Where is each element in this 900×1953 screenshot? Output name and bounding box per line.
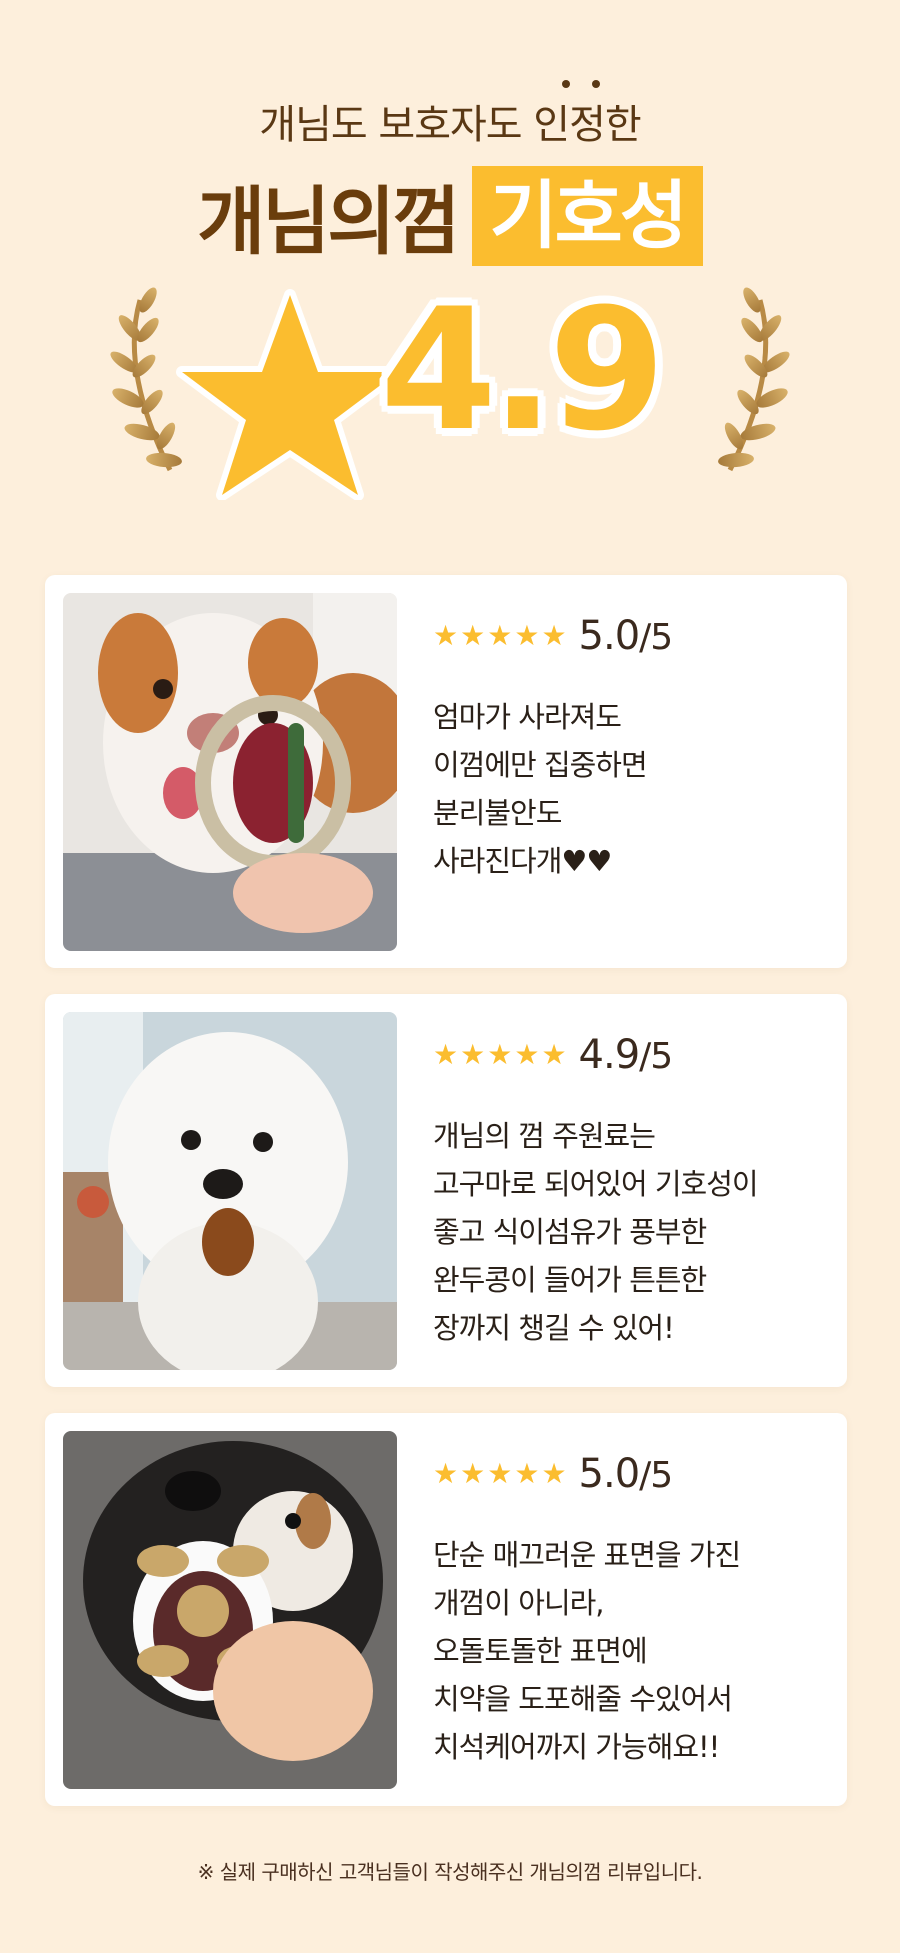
five-stars-icon: ★ ★ ★ ★ ★ [433,1460,567,1488]
puppy-with-ring-chew-photo [63,593,397,951]
star-icon: ★ [541,619,567,652]
star-icon: ★ [487,1457,513,1490]
star-icon: ★ [460,1038,486,1071]
hero-title-highlight: 기호성 [471,165,703,266]
star-icon: ★ [460,619,486,652]
star-icon: ★ [433,1457,459,1490]
rating-row: ★ ★ ★ ★ ★ 5.0/5 [433,1451,674,1497]
star-icon: ★ [487,619,513,652]
bichon-with-chew-photo [63,1012,397,1370]
laurel-left-icon [110,287,182,472]
review-card: ★ ★ ★ ★ ★ 5.0/5 단순 매끄러운 표면을 가진 개껌이 아니라, 오돌토돌… [45,1413,847,1806]
hero-title-main: 개님의껌 [197,179,460,265]
review-card: ★ ★ ★ ★ ★ 5.0/5 엄마가 사라져도 이껌에만 집중하면 분리불안도 사라진… [45,575,847,968]
review-text: 엄마가 사라져도 이껌에만 집중하면 분리불안도 사라진다개♥♥ [433,700,648,878]
star-icon: ★ [433,619,459,652]
hero-title: 개님의껌 기호성 [0,162,900,269]
star-icon: ★ [541,1457,567,1490]
laurel-right-icon [718,287,790,472]
review-score: 5.0/5 [578,1451,674,1497]
hero-section: 개님도 보호자도 인정한 개님의껌 기호성 4.9 [0,0,900,520]
footnote: ※ 실제 구매하신 고객님들이 작성해주신 개님의껌 리뷰입니다. [197,1860,703,1884]
shiba-biting-chew-photo [63,1431,397,1789]
five-stars-icon: ★ ★ ★ ★ ★ [433,622,567,650]
review-text: 단순 매끄러운 표면을 가진 개껌이 아니라, 오돌토돌한 표면에 치약을 도포… [433,1538,741,1764]
review-text: 개님의 껌 주원료는 고구마로 되어있어 기호성이 좋고 식이섬유가 풍부한 완… [433,1119,759,1345]
review-card: ★ ★ ★ ★ ★ 4.9/5 개님의 껌 주원료는 고구마로 되어있어 기호성이 좋고… [45,994,847,1387]
rating-row: ★ ★ ★ ★ ★ 5.0/5 [433,613,674,659]
emphasis-dots [556,80,616,92]
hero-subtitle: 개님도 보호자도 인정한 [259,102,641,148]
five-stars-icon: ★ ★ ★ ★ ★ [433,1041,567,1069]
star-icon: ★ [514,1457,540,1490]
big-star-icon [176,289,404,500]
star-icon: ★ [514,619,540,652]
star-icon: ★ [487,1038,513,1071]
rating-value: 4.9 [380,272,666,468]
star-icon: ★ [541,1038,567,1071]
star-icon: ★ [460,1457,486,1490]
review-score: 5.0/5 [578,613,674,659]
review-score: 4.9/5 [578,1032,674,1078]
rating-row: ★ ★ ★ ★ ★ 4.9/5 [433,1032,674,1078]
star-icon: ★ [514,1038,540,1071]
star-icon: ★ [433,1038,459,1071]
